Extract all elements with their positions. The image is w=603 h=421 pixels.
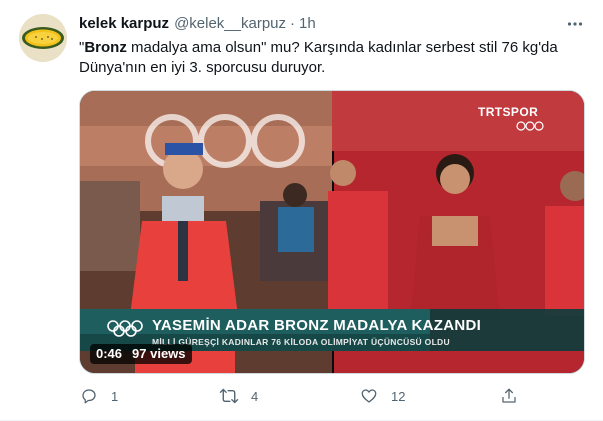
share-icon bbox=[499, 386, 519, 406]
tweet[interactable]: kelek karpuz @kelek__karpuz · 1h "Bronz … bbox=[0, 0, 603, 421]
retweet-icon bbox=[219, 386, 239, 406]
video-headline: YASEMİN ADAR BRONZ MADALYA KAZANDI bbox=[152, 317, 482, 334]
display-name[interactable]: kelek karpuz bbox=[79, 15, 169, 32]
video-views: 97 views bbox=[132, 346, 186, 361]
reply-icon bbox=[79, 386, 99, 406]
more-icon bbox=[567, 22, 583, 26]
like-icon bbox=[359, 386, 379, 406]
video-badge: 0:46 97 views bbox=[90, 344, 192, 364]
separator: · bbox=[290, 15, 296, 32]
reply-count: 1 bbox=[111, 388, 119, 404]
avatar-image bbox=[19, 14, 67, 62]
tweet-text-body: madalya ama olsun" mu? Karşında kadınlar… bbox=[79, 39, 558, 76]
share-button[interactable] bbox=[499, 385, 519, 407]
like-button[interactable]: 12 bbox=[359, 385, 459, 407]
video-player[interactable]: TRTSPOR YASEMİN ADAR BRONZ MADALYA KAZAN… bbox=[79, 90, 585, 374]
tweet-actions: 1 4 12 bbox=[79, 385, 519, 407]
like-count: 12 bbox=[391, 388, 406, 404]
retweet-button[interactable]: 4 bbox=[219, 385, 319, 407]
avatar[interactable] bbox=[19, 14, 67, 62]
video-duration: 0:46 bbox=[96, 346, 123, 361]
video-subheadline: MİLLİ GÜREŞÇİ KADINLAR 76 KİLODA OLİMPİY… bbox=[152, 337, 450, 347]
tweet-header: kelek karpuz @kelek__karpuz · 1h bbox=[79, 15, 316, 32]
more-button[interactable] bbox=[563, 12, 587, 36]
tweet-text: "Bronz madalya ama olsun" mu? Karşında k… bbox=[79, 38, 584, 78]
channel-logo: TRTSPOR bbox=[478, 105, 539, 119]
timestamp[interactable]: 1h bbox=[299, 15, 316, 32]
reply-button[interactable]: 1 bbox=[79, 385, 179, 407]
handle[interactable]: @kelek__karpuz bbox=[174, 15, 286, 32]
retweet-count: 4 bbox=[251, 388, 259, 404]
tweet-text-bold: Bronz bbox=[84, 39, 127, 56]
